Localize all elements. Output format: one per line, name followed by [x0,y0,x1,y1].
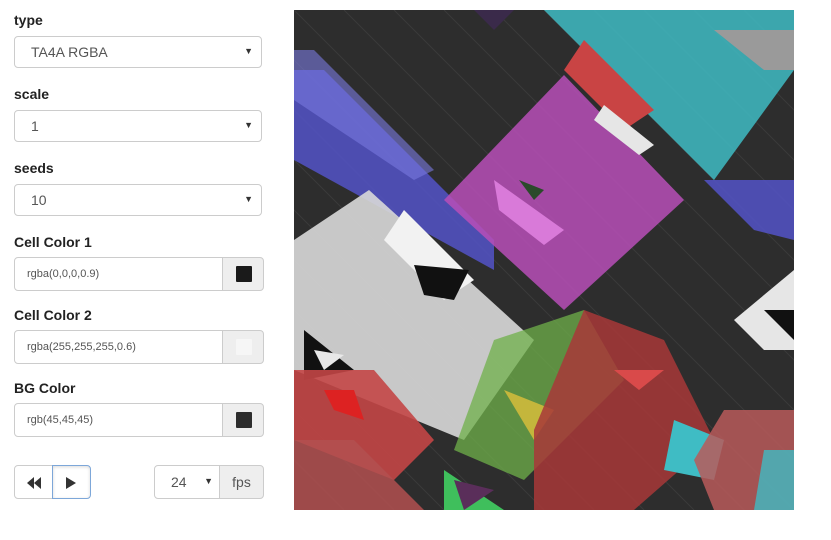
cell-color-2-swatch [236,339,252,355]
chevron-down-icon: ▼ [244,194,253,204]
cell-color-1-label: Cell Color 1 [14,234,92,250]
seeds-select-value: 10 [31,192,47,208]
cell-color-1-swatch [236,266,252,282]
cell-color-2-swatch-button[interactable] [222,330,264,364]
cell-color-1-input[interactable]: rgba(0,0,0,0.9) [14,257,223,291]
play-icon [66,477,76,489]
cell-color-2-picker: rgba(255,255,255,0.6) [14,330,264,364]
cell-color-1-swatch-button[interactable] [222,257,264,291]
cell-color-2-input[interactable]: rgba(255,255,255,0.6) [14,330,223,364]
cell-color-1-value: rgba(0,0,0,0.9) [27,268,100,280]
fps-select-value: 24 [171,474,187,490]
scale-label: scale [14,86,50,102]
seeds-label: seeds [14,160,54,176]
bg-color-input[interactable]: rgb(45,45,45) [14,403,223,437]
bg-color-swatch [236,412,252,428]
seeds-select[interactable]: 10 ▼ [14,184,262,216]
chevron-down-icon: ▼ [204,476,213,486]
automaton-canvas[interactable] [294,10,794,510]
cell-color-1-picker: rgba(0,0,0,0.9) [14,257,264,291]
bg-color-picker: rgb(45,45,45) [14,403,264,437]
fps-unit-label: fps [232,474,251,490]
fps-unit-addon: fps [219,465,264,499]
fast-backward-icon [27,477,41,489]
scale-select[interactable]: 1 ▼ [14,110,262,142]
bg-color-swatch-button[interactable] [222,403,264,437]
bg-color-value: rgb(45,45,45) [27,414,94,426]
chevron-down-icon: ▼ [244,120,253,130]
scale-select-value: 1 [31,118,39,134]
cell-color-2-label: Cell Color 2 [14,307,92,323]
cell-color-2-value: rgba(255,255,255,0.6) [27,341,136,353]
play-button[interactable] [52,465,91,499]
type-select[interactable]: TA4A RGBA ▼ [14,36,262,68]
rewind-button[interactable] [14,465,53,499]
automaton-render [294,10,794,510]
bg-color-label: BG Color [14,380,76,396]
fps-select[interactable]: 24 ▼ [154,465,220,499]
type-select-value: TA4A RGBA [31,44,108,60]
type-label: type [14,12,43,28]
chevron-down-icon: ▼ [244,46,253,56]
